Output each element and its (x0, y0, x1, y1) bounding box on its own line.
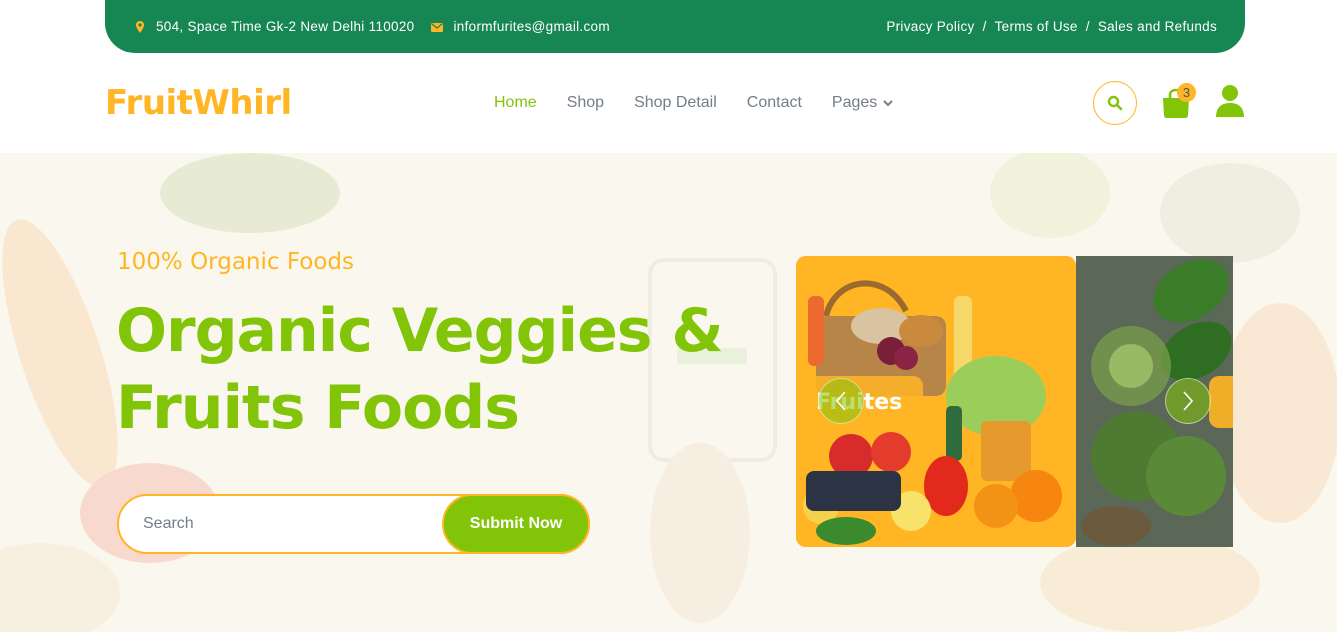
main-menu: Home Shop Shop Detail Contact Pages (494, 94, 894, 112)
account-button[interactable] (1215, 84, 1245, 123)
hero-carousel: Fruites (796, 256, 1233, 547)
chevron-down-icon (883, 100, 894, 107)
address-text: 504, Space Time Gk-2 New Delhi 110020 (156, 19, 415, 34)
nav-pages-dropdown[interactable]: Pages (831, 94, 894, 112)
user-icon (1216, 84, 1244, 117)
topbar-links: Privacy Policy / Terms of Use / Sales an… (886, 19, 1217, 34)
nav-icons: 3 (1093, 81, 1245, 125)
carousel-slide2-label (1209, 376, 1233, 428)
hero-headline: Organic Veggies & Fruits Foods (116, 293, 724, 447)
search-button[interactable] (1093, 81, 1137, 125)
hero-eyebrow: 100% Organic Foods (117, 249, 354, 275)
nav-shop[interactable]: Shop (567, 94, 604, 112)
navbar: FruitWhirl Home Shop Shop Detail Contact… (105, 53, 1245, 153)
sales-refunds-link[interactable]: Sales and Refunds (1098, 19, 1217, 34)
carousel-prev-button[interactable] (818, 378, 864, 424)
link-separator: / (982, 19, 987, 34)
hero-headline-line1: Organic Veggies & (116, 296, 724, 366)
email-text[interactable]: informfurites@gmail.com (453, 19, 609, 34)
hero-search-input[interactable] (143, 496, 433, 552)
nav-contact[interactable]: Contact (747, 94, 802, 112)
search-icon (1107, 95, 1123, 111)
map-marker-icon (136, 20, 144, 33)
cart-button[interactable]: 3 (1161, 83, 1196, 119)
email-item[interactable]: informfurites@gmail.com (430, 19, 610, 34)
nav-pages-label: Pages (831, 94, 878, 111)
link-separator: / (1085, 19, 1090, 34)
privacy-policy-link[interactable]: Privacy Policy (886, 19, 974, 34)
brand-logo[interactable]: FruitWhirl (105, 83, 292, 123)
topbar: 504, Space Time Gk-2 New Delhi 110020 in… (105, 0, 1245, 53)
address-item: 504, Space Time Gk-2 New Delhi 110020 (133, 19, 414, 34)
carousel-next-button[interactable] (1165, 378, 1211, 424)
terms-of-use-link[interactable]: Terms of Use (995, 19, 1078, 34)
hero-headline-line2: Fruits Foods (116, 373, 520, 443)
envelope-icon (431, 22, 444, 32)
nav-home[interactable]: Home (494, 94, 537, 112)
cart-count-badge: 3 (1177, 83, 1196, 102)
hero-search-form: Submit Now (117, 494, 590, 554)
topbar-contact: 504, Space Time Gk-2 New Delhi 110020 in… (133, 19, 610, 34)
chevron-left-icon (835, 391, 846, 411)
chevron-right-icon (1183, 391, 1194, 411)
hero-section: 100% Organic Foods Organic Veggies & Fru… (0, 153, 1337, 632)
nav-shop-detail[interactable]: Shop Detail (634, 94, 717, 112)
submit-now-button[interactable]: Submit Now (442, 494, 590, 554)
